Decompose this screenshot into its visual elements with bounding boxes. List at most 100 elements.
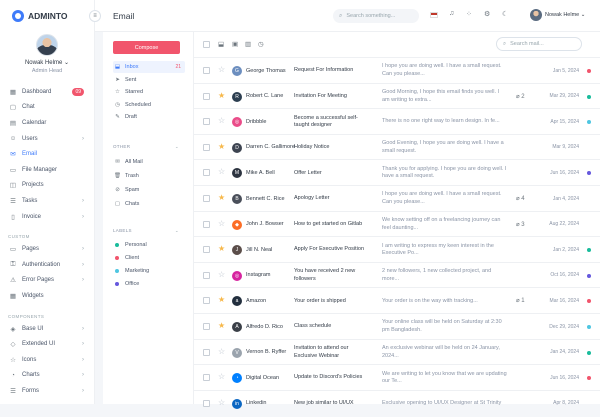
email-row[interactable]: ☆ M Mike A. Bell Offer Letter Thank you for … (194, 159, 600, 185)
label-client[interactable]: Client (113, 252, 185, 264)
email-checkbox[interactable] (203, 348, 210, 356)
sidebar-item-extended-ui[interactable]: ◇ Extended UI › (0, 336, 94, 352)
sidebar-item-calendar[interactable]: ▤ Calendar (0, 115, 94, 131)
email-row[interactable]: ☆ ◎ Dribbble Become a successful self-taugh… (194, 108, 600, 134)
user-avatar[interactable] (530, 9, 542, 21)
sidebar-item-chat[interactable]: ▢ Chat (0, 100, 94, 116)
star-icon[interactable]: ☆ (218, 116, 225, 125)
email-row[interactable]: ★ D Darren C. Gallimore Holiday Notice Good … (194, 133, 600, 160)
email-checkbox[interactable] (203, 143, 210, 151)
star-icon[interactable]: ★ (218, 244, 225, 253)
folder-inbox[interactable]: ⬓ Inbox 21 (113, 61, 185, 73)
sidebar-item-projects[interactable]: ◫ Projects (0, 178, 94, 194)
email-checkbox[interactable] (203, 399, 210, 407)
language-flag-icon[interactable] (430, 12, 438, 18)
email-row[interactable]: ★ J Jill N. Neal Apply For Executive Positi… (194, 236, 600, 262)
star-icon[interactable]: ★ (218, 295, 225, 304)
email-row[interactable]: ☆ V Vernon B. Ryffer Invitation to attend o… (194, 338, 600, 365)
inbox-icon[interactable]: ⬓ (218, 40, 224, 48)
sidebar-item-base-ui[interactable]: ◈ Base UI › (0, 321, 94, 337)
star-icon[interactable]: ☆ (218, 347, 225, 356)
star-icon[interactable]: ☆ (218, 270, 225, 279)
user-menu[interactable]: Nowak Helme ⌄ (545, 12, 585, 18)
sidebar-item-invoice[interactable]: ▯ Invoice › (0, 209, 94, 225)
sidebar-item-charts[interactable]: ◔ Charts › (0, 368, 94, 384)
star-icon[interactable]: ★ (218, 91, 225, 100)
email-checkbox[interactable] (203, 67, 210, 74)
sidebar-item-pages[interactable]: ▭ Pages › (0, 241, 94, 257)
apps-icon[interactable]: ⁘ (466, 10, 472, 18)
email-row[interactable]: ☆ ◎ Instagram You have received 2 new follo… (194, 261, 600, 288)
compose-button[interactable]: Compose (113, 41, 180, 54)
label-marketing[interactable]: Marketing (113, 265, 185, 277)
settings-icon[interactable]: ⚙ (484, 10, 490, 18)
profile-name[interactable]: Nowak Helme ⌄ (0, 59, 94, 66)
folder-scheduled[interactable]: ◷ Scheduled (113, 99, 185, 111)
profile-avatar[interactable] (36, 34, 58, 56)
folder-draft[interactable]: ✎ Draft (113, 111, 185, 123)
email-checkbox[interactable] (203, 271, 210, 279)
email-subject: Invitation to attend our Exclusive Webin… (294, 345, 349, 359)
sidebar-item-error-pages[interactable]: ⚠ Error Pages › (0, 273, 94, 289)
sender-avatar: ◎ (232, 117, 242, 128)
email-row[interactable]: ★ a Amazon Your order is shipped Your order … (194, 287, 600, 313)
sidebar-item-authentication[interactable]: ⚿ Authentication › (0, 257, 94, 273)
label-office[interactable]: Office (113, 278, 185, 290)
email-checkbox[interactable] (203, 92, 210, 100)
folder-spam[interactable]: ⊘ Spam (113, 184, 185, 196)
star-icon[interactable]: ☆ (218, 219, 225, 228)
label-personal[interactable]: Personal (113, 239, 185, 251)
email-snippet: Thank you for applying. I hope you are d… (382, 165, 507, 180)
email-row[interactable]: ★ R Robert C. Lane Invitation For Meeting Go… (194, 82, 600, 109)
menu-toggle-button[interactable]: ≡ (89, 9, 101, 22)
clock-icon[interactable]: ◷ (258, 40, 264, 48)
email-row[interactable]: ☆ G George Thomas Request For Information I … (194, 57, 600, 83)
star-icon[interactable]: ★ (218, 321, 225, 330)
email-date: Jun 16, 2024 (550, 374, 579, 381)
sidebar-item-label: File Manager (22, 166, 58, 173)
email-checkbox[interactable] (203, 374, 210, 382)
folder-starred[interactable]: ☆ Starred (113, 86, 185, 98)
sidebar-item-users[interactable]: ☺ Users › (0, 131, 94, 147)
attachment-indicator: ⌀ 4 (516, 195, 525, 202)
bell-icon[interactable]: ♫ (449, 10, 454, 17)
email-checkbox[interactable] (203, 169, 210, 177)
email-row[interactable]: ★ B Bennett C. Rice Apology Letter I hope yo… (194, 185, 600, 211)
email-checkbox[interactable] (203, 195, 210, 202)
folder-sent[interactable]: ➤ Sent (113, 74, 185, 86)
star-icon[interactable]: ☆ (218, 398, 225, 407)
email-checkbox[interactable] (203, 297, 210, 305)
email-snippet: We know setting off on a freelancing jou… (382, 216, 501, 231)
logo[interactable]: ADMINTO (0, 0, 94, 32)
archive-icon[interactable]: ▣ (232, 40, 238, 48)
mail-search-input[interactable]: ⌕ Search mail... (496, 37, 582, 51)
email-checkbox[interactable] (203, 118, 210, 126)
email-row[interactable]: ☆ ◔ Digital Ocean Update to Discord's Polic… (194, 364, 600, 390)
email-row[interactable]: ★ A Alfredo D. Rico Class schedule Your onli… (194, 313, 600, 339)
folder-chats[interactable]: ▢ Chats (113, 198, 185, 210)
email-checkbox[interactable] (203, 323, 210, 330)
dark-mode-icon[interactable]: ☾ (502, 10, 508, 18)
star-icon[interactable]: ☆ (218, 167, 225, 176)
sidebar-item-widgets[interactable]: ▦ Widgets (0, 288, 94, 304)
email-row[interactable]: ☆ ◆ John J. Bowser How to get started on Gi… (194, 210, 600, 237)
star-icon[interactable]: ★ (218, 193, 225, 202)
global-search-input[interactable]: ⌕ Search something... (333, 9, 419, 23)
folder-all-mail[interactable]: ✉ All Mail (113, 156, 185, 168)
sidebar-item-icons[interactable]: ☆ Icons › (0, 352, 94, 368)
star-icon[interactable]: ☆ (218, 65, 225, 74)
select-all-checkbox[interactable] (203, 41, 210, 48)
sidebar-item-tasks[interactable]: ☰ Tasks › (0, 193, 94, 209)
folder-trash[interactable]: 🗑 Trash (113, 170, 185, 182)
sidebar-item-file-manager[interactable]: ▭ File Manager (0, 162, 94, 178)
sidebar-item-dashboard[interactable]: ▦ Dashboard 09 (0, 84, 94, 100)
star-icon[interactable]: ★ (218, 142, 225, 151)
sidebar-item-email[interactable]: ✉ Email (0, 146, 94, 162)
email-checkbox[interactable] (203, 246, 210, 254)
star-icon[interactable]: ☆ (218, 372, 225, 381)
email-checkbox[interactable] (203, 220, 210, 228)
email-row[interactable]: ☆ in Linkedin New job similar to UI/UX Exclu… (194, 389, 600, 416)
icons-icon: ☆ (10, 356, 16, 364)
trash-icon[interactable]: ▥ (245, 40, 251, 48)
sidebar-item-forms[interactable]: ☰ Forms › (0, 383, 94, 399)
